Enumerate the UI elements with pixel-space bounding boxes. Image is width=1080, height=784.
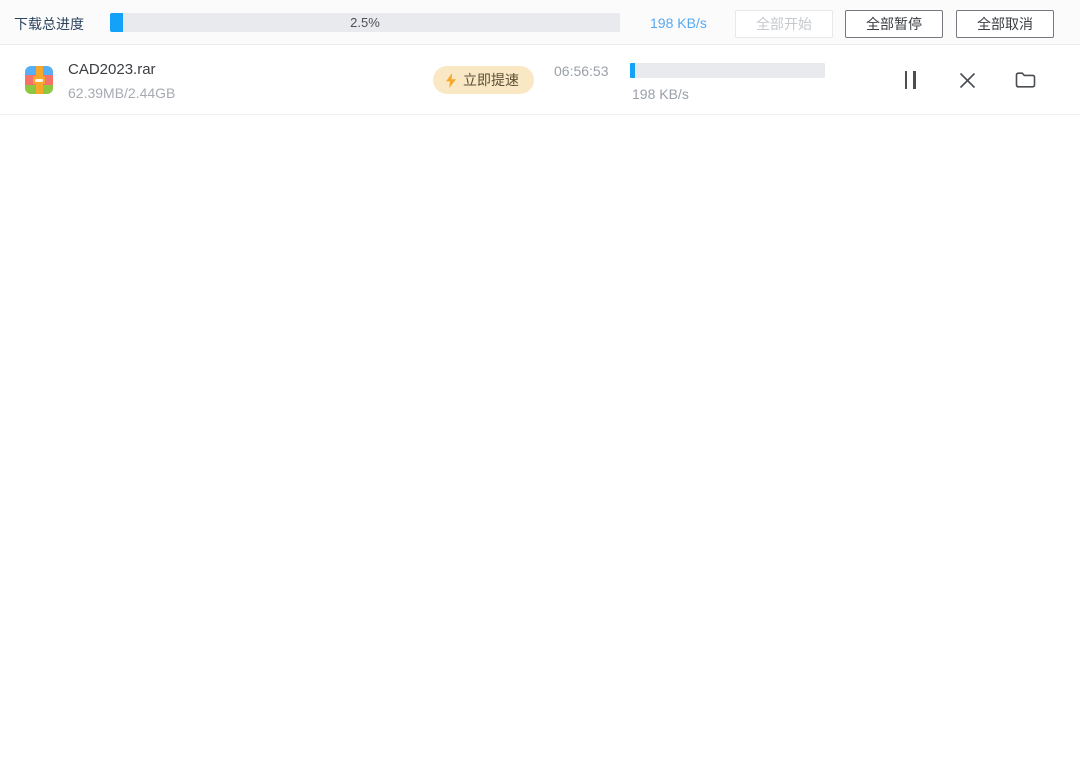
boost-now-button[interactable]: 立即提速 [433,66,534,94]
total-progress-bar: 2.5% [110,13,620,32]
download-task-row[interactable]: CAD2023.rar 62.39MB/2.44GB 立即提速 06:56:53… [0,46,1080,115]
task-progress-fill [630,63,635,78]
cancel-task-button[interactable] [955,68,979,92]
boost-now-label: 立即提速 [463,70,519,90]
task-filename: CAD2023.rar [68,61,156,78]
task-speed-value: 198 KB/s [632,86,689,102]
open-folder-button[interactable] [1013,68,1037,92]
task-size-progress: 62.39MB/2.44GB [68,85,175,101]
download-manager-topbar: 下载总进度 2.5% 198 KB/s 全部开始 全部暂停 全部取消 [0,0,1080,45]
folder-icon [1015,71,1036,89]
total-speed-value: 198 KB/s [650,15,722,31]
pause-task-button[interactable] [898,68,922,92]
total-progress-percent: 2.5% [110,15,620,30]
rar-file-icon [25,66,53,94]
pause-all-button[interactable]: 全部暂停 [845,10,943,38]
pause-icon [905,71,916,89]
task-progress-bar [630,63,825,78]
start-all-button[interactable]: 全部开始 [735,10,833,38]
lightning-bolt-icon [445,73,457,88]
cancel-all-button[interactable]: 全部取消 [956,10,1054,38]
rar-icon-buckle-slot [35,79,43,82]
total-progress-label: 下载总进度 [14,14,84,34]
close-icon [959,72,976,89]
task-time-remaining: 06:56:53 [554,63,609,79]
